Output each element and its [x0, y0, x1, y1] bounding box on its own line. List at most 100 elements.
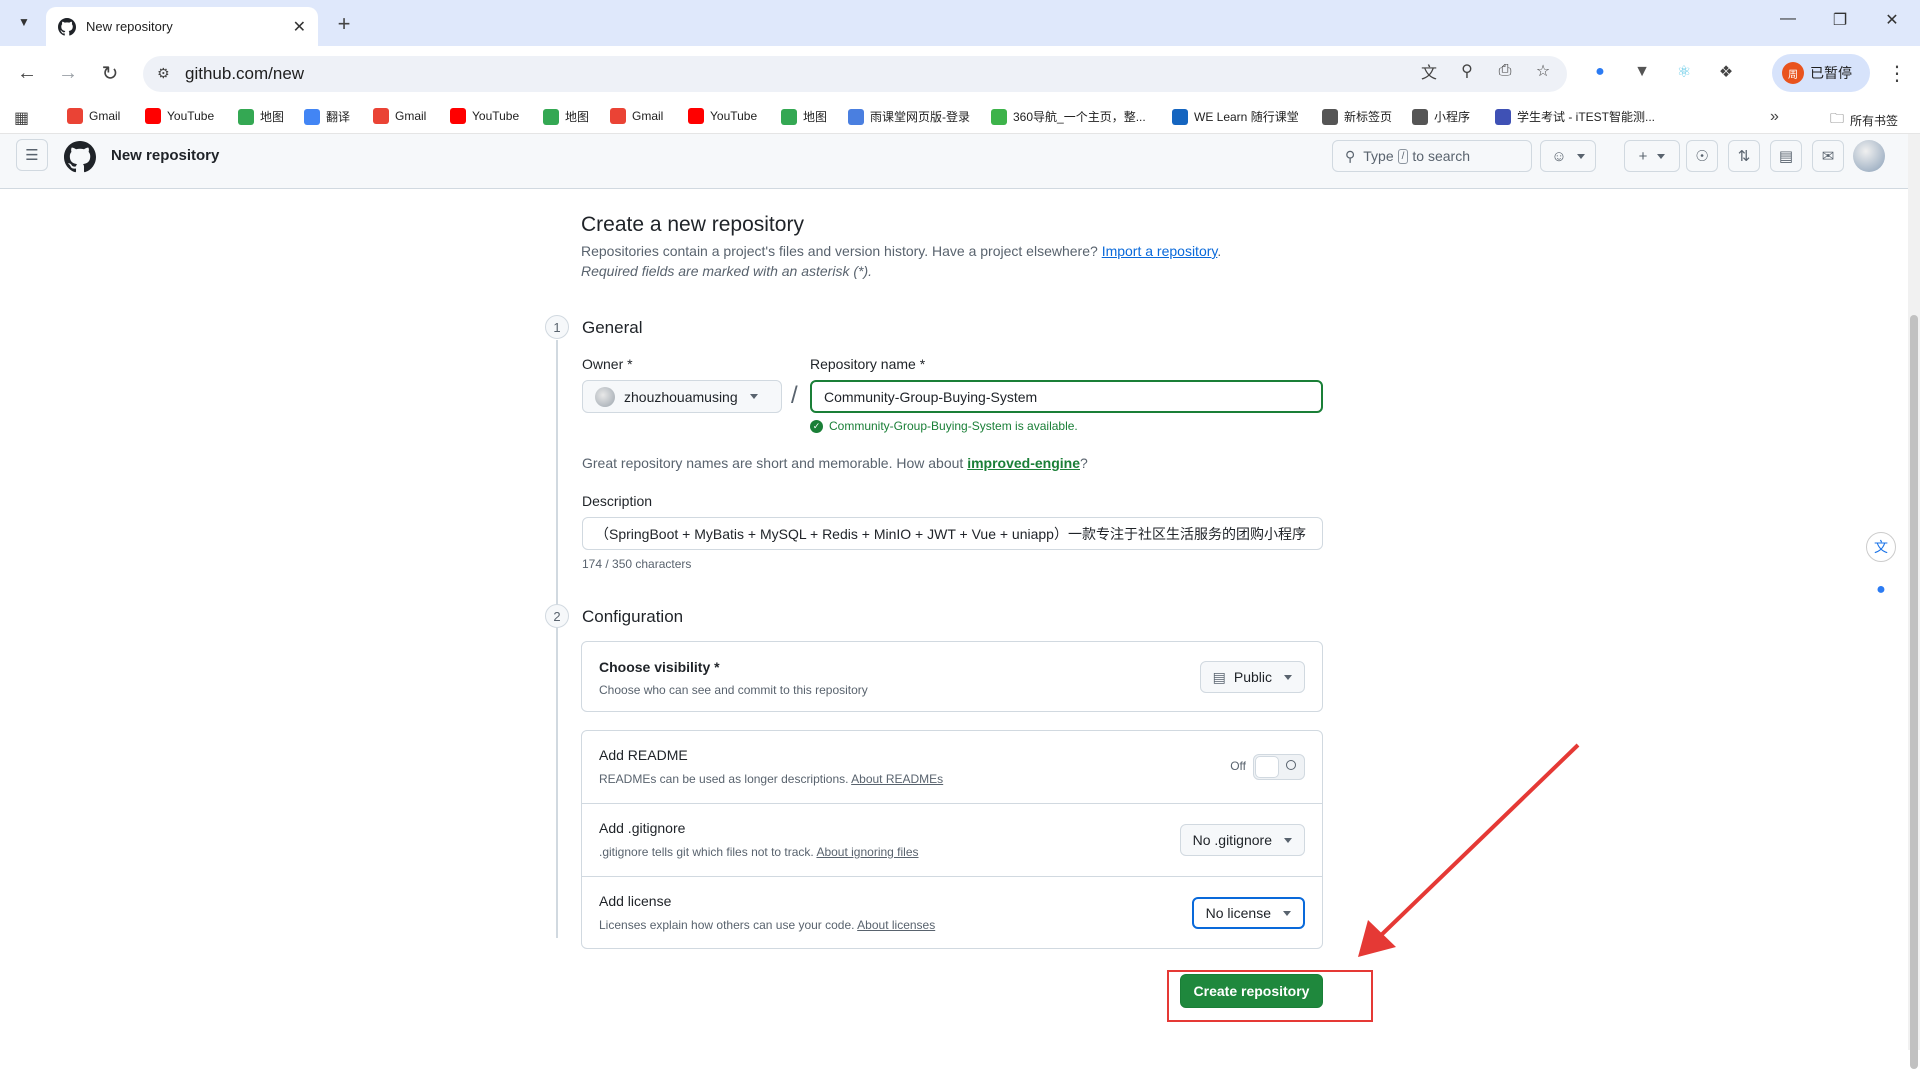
page-title: Create a new repository: [581, 213, 804, 236]
bookmark-item[interactable]: 地图: [238, 108, 284, 125]
extension-react-icon[interactable]: ⚛: [1672, 60, 1696, 84]
search-input[interactable]: ⚲ Type / to search: [1332, 140, 1532, 172]
bookmark-item[interactable]: 雨课堂网页版-登录: [848, 108, 970, 125]
new-tab-button[interactable]: +: [330, 10, 358, 38]
pull-requests-icon[interactable]: ⇅: [1728, 140, 1760, 172]
chevron-down-icon: [749, 394, 758, 399]
apps-grid-icon[interactable]: ▦: [14, 108, 29, 128]
license-desc-text: Licenses explain how others can use your…: [599, 918, 855, 932]
side-translate-icon[interactable]: 文: [1866, 532, 1896, 562]
bookmark-label: Gmail: [395, 109, 427, 123]
site-settings-icon[interactable]: ⚙: [157, 65, 170, 82]
bookmark-item[interactable]: 地图: [543, 108, 589, 125]
bookmark-label: 小程序: [1434, 110, 1471, 124]
more-bookmarks-icon[interactable]: »: [1770, 108, 1779, 126]
suggestion-text: Great repository names are short and mem…: [582, 455, 964, 471]
search-icon: ⚲: [1345, 147, 1356, 164]
bookmark-item[interactable]: Gmail: [67, 108, 120, 124]
bookmark-item[interactable]: 地图: [781, 108, 827, 125]
repo-name-input[interactable]: Community-Group-Buying-System: [810, 380, 1323, 413]
owner-select[interactable]: zhouzhouamusing: [582, 380, 782, 413]
translate-icon[interactable]: 文: [1418, 60, 1440, 82]
chevron-down-icon: ▼: [18, 15, 30, 29]
browser-menu-icon[interactable]: ⋮: [1884, 60, 1910, 86]
bookmark-item[interactable]: 360导航_一个主页，整...: [991, 108, 1146, 125]
visibility-desc: Choose who can see and commit to this re…: [599, 683, 868, 697]
bookmark-item[interactable]: 翻译: [304, 108, 350, 125]
visibility-select[interactable]: ▤ Public: [1199, 661, 1305, 693]
page-intro: Repositories contain a project's files a…: [581, 243, 1322, 259]
scrollbar-thumb[interactable]: [1910, 315, 1918, 1069]
import-repository-link[interactable]: Import a repository: [1102, 243, 1218, 259]
chevron-down-icon: [1283, 910, 1291, 916]
description-input[interactable]: （SpringBoot + MyBatis + MySQL + Redis + …: [582, 517, 1323, 550]
about-ignoring-files-link[interactable]: About ignoring files: [816, 845, 918, 859]
bookmark-item[interactable]: 新标签页: [1322, 108, 1392, 125]
all-bookmarks[interactable]: 🗀 所有书签: [1830, 108, 1898, 132]
extension-vue-icon[interactable]: ▼: [1630, 60, 1654, 84]
bookmark-item[interactable]: Gmail: [610, 108, 663, 124]
bookmark-item[interactable]: YouTube: [145, 108, 214, 124]
reload-icon[interactable]: ↻: [97, 60, 123, 86]
youtube-icon: [688, 108, 704, 124]
yuketang-icon: [848, 108, 864, 125]
forward-arrow-icon[interactable]: →: [55, 60, 81, 86]
bookmark-star-icon[interactable]: ☆: [1532, 60, 1554, 82]
license-title: Add license: [599, 893, 672, 909]
bookmark-item[interactable]: 学生考试 - iTEST智能测...: [1495, 108, 1655, 125]
gitignore-select[interactable]: No .gitignore: [1179, 824, 1305, 856]
gitignore-desc-text: .gitignore tells git which files not to …: [599, 845, 814, 859]
tab-search-button[interactable]: ▼: [10, 8, 38, 36]
suggested-name-link[interactable]: improved-engine: [967, 455, 1080, 471]
install-app-icon[interactable]: ⎙: [1494, 60, 1516, 82]
about-readmes-link[interactable]: About READMEs: [851, 772, 943, 786]
copilot-icon: ☺: [1551, 147, 1567, 165]
zoom-icon[interactable]: ⚲: [1456, 60, 1478, 82]
chrome-icon: [1322, 108, 1338, 125]
extensions-puzzle-icon[interactable]: ❖: [1714, 60, 1738, 84]
readme-desc-text: READMEs can be used as longer descriptio…: [599, 772, 849, 786]
availability-text: Community-Group-Buying-System is availab…: [829, 419, 1078, 433]
gitignore-desc: .gitignore tells git which files not to …: [599, 845, 919, 859]
step-number: 2: [545, 604, 569, 628]
profile-avatar: 周: [1782, 62, 1804, 84]
bookmark-item[interactable]: YouTube: [688, 108, 757, 124]
inbox-icon[interactable]: ✉: [1812, 140, 1844, 172]
close-tab-icon[interactable]: ✕: [293, 17, 306, 37]
browser-tab-active[interactable]: New repository ✕: [46, 7, 318, 46]
github-header: ☰ New repository ⚲ Type / to search ☺ + …: [0, 134, 1908, 189]
configuration-section-title: Configuration: [582, 607, 684, 626]
minimize-icon[interactable]: —: [1774, 10, 1802, 28]
user-avatar[interactable]: [1853, 140, 1885, 172]
copilot-button[interactable]: ☺: [1540, 140, 1596, 172]
license-select[interactable]: No license: [1191, 897, 1305, 929]
license-row: Add license Licenses explain how others …: [582, 877, 1322, 950]
restore-icon[interactable]: ❐: [1826, 10, 1854, 30]
annotation-arrow: [1358, 743, 1580, 957]
extension-drop-icon[interactable]: ●: [1588, 60, 1612, 84]
owner-value: zhouzhouamusing: [624, 388, 738, 405]
create-repository-button[interactable]: Create repository: [1180, 974, 1323, 1008]
hamburger-menu-icon[interactable]: ☰: [16, 139, 48, 171]
bookmark-item[interactable]: YouTube: [450, 108, 519, 124]
page-scrollbar[interactable]: [1908, 134, 1920, 1069]
bookmark-label: 360导航_一个主页，整...: [1013, 110, 1146, 124]
close-window-icon[interactable]: ✕: [1878, 10, 1906, 30]
readme-toggle[interactable]: [1253, 754, 1305, 780]
issues-icon[interactable]: ☉: [1686, 140, 1718, 172]
create-new-button[interactable]: +: [1624, 140, 1680, 172]
chevron-down-icon: [1657, 153, 1666, 159]
repositories-icon[interactable]: ▤: [1770, 140, 1802, 172]
search-suffix: to search: [1412, 148, 1470, 164]
address-bar[interactable]: ⚙ github.com/new: [143, 56, 1567, 92]
bookmark-item[interactable]: WE Learn 随行课堂: [1172, 108, 1299, 125]
back-arrow-icon[interactable]: ←: [14, 60, 40, 86]
bookmark-item[interactable]: Gmail: [373, 108, 426, 124]
bookmark-item[interactable]: 小程序: [1412, 108, 1470, 125]
profile-button[interactable]: 周 已暂停: [1772, 54, 1870, 92]
side-assistant-icon[interactable]: ●: [1866, 575, 1896, 605]
check-circle-icon: ✓: [810, 419, 823, 433]
about-licenses-link[interactable]: About licenses: [857, 918, 935, 932]
github-logo-icon[interactable]: [64, 141, 96, 173]
intro-end: .: [1217, 243, 1222, 259]
